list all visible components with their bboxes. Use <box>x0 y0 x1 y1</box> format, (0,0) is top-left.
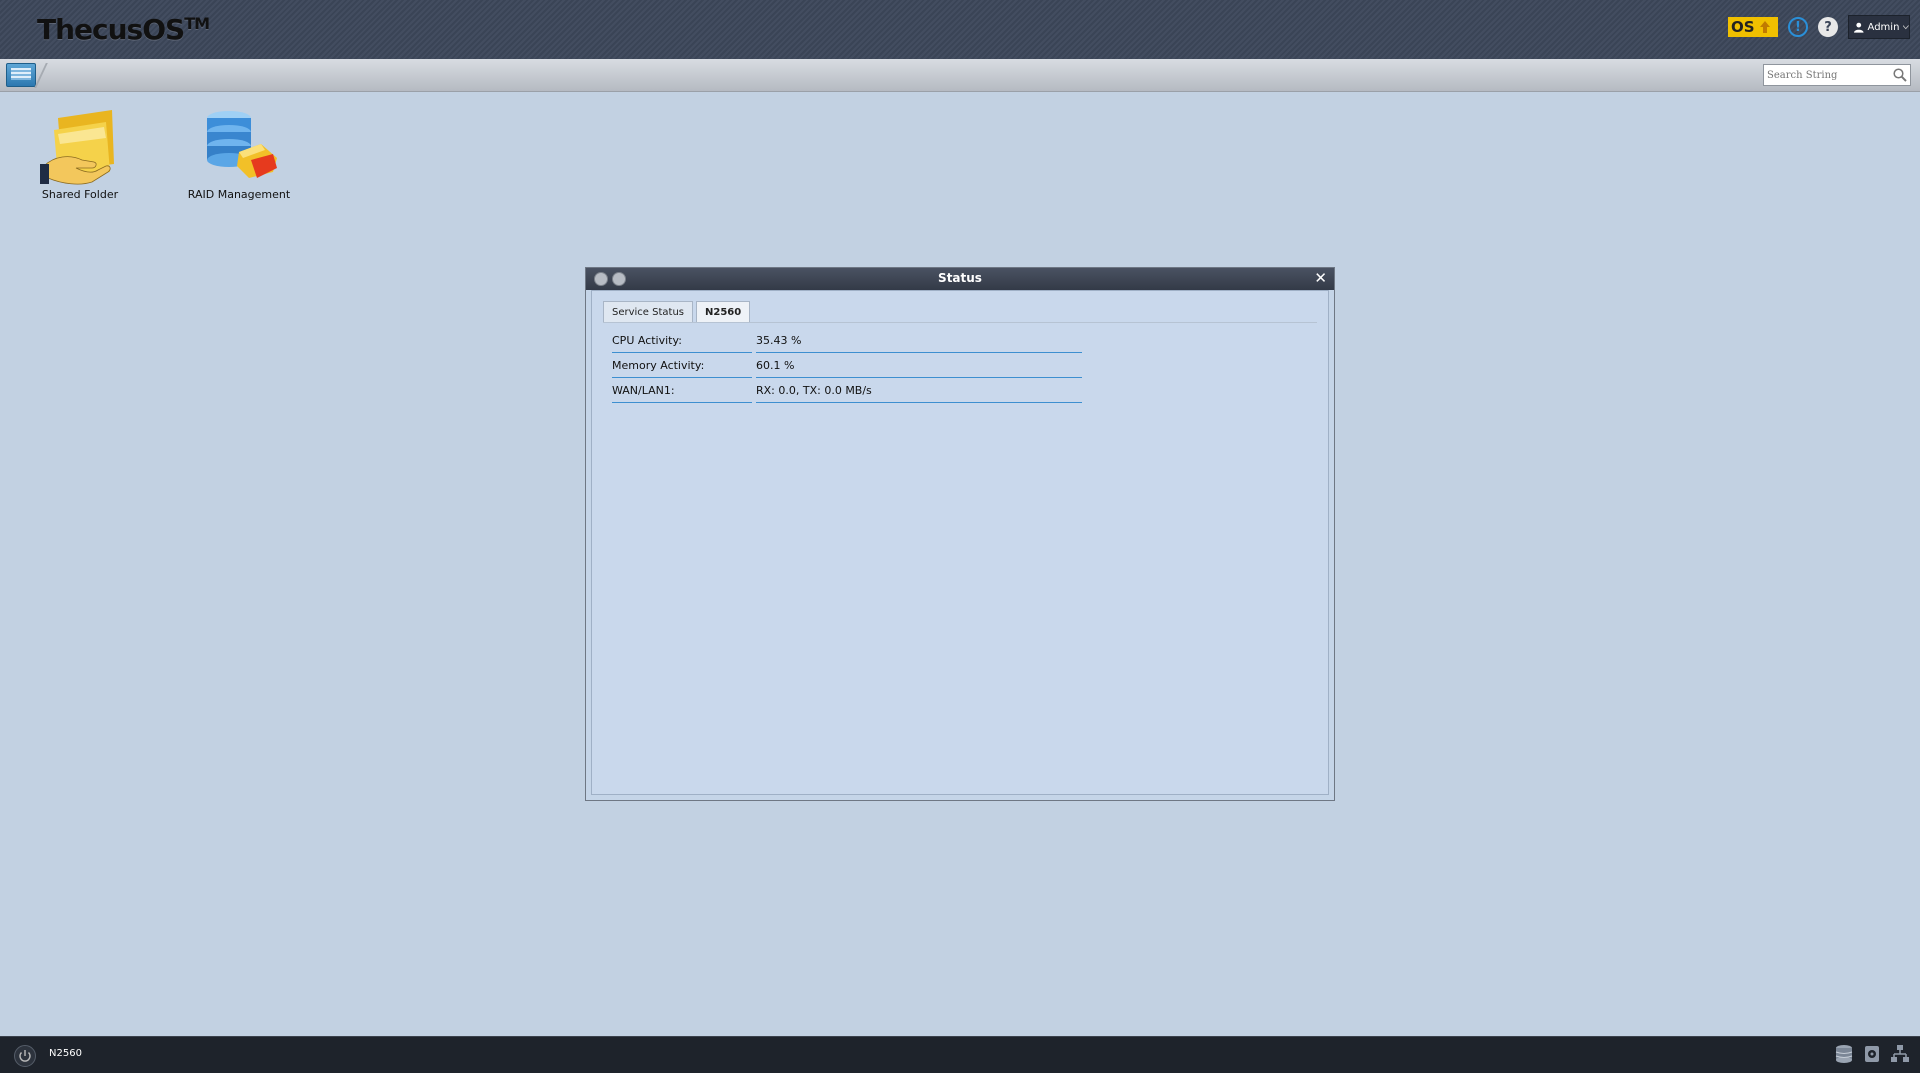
hostname-label: N2560 <box>49 1048 82 1059</box>
row-label: WAN/LAN1: <box>612 378 752 403</box>
search-input[interactable] <box>1764 65 1884 85</box>
top-header: ThecusOSTM OS ! ? Admin <box>0 0 1920 59</box>
raid-management-icon <box>199 108 279 186</box>
taskbar: N2560 <box>0 1036 1920 1073</box>
search-icon[interactable] <box>1893 68 1907 82</box>
app-logo: ThecusOSTM <box>37 13 210 46</box>
desktop-icon-raid-management[interactable]: RAID Management <box>164 108 314 201</box>
disk-icon[interactable] <box>1862 1044 1882 1064</box>
toolbar-divider <box>34 63 48 88</box>
admin-menu-button[interactable]: Admin <box>1848 15 1910 39</box>
show-desktop-icon[interactable] <box>6 63 36 87</box>
logo-text: ThecusOS <box>37 13 185 46</box>
tab-bar: Service Status N2560 <box>603 301 751 322</box>
status-table: CPU Activity: 35.43 % Memory Activity: 6… <box>612 328 1082 403</box>
os-update-badge[interactable]: OS <box>1728 17 1778 37</box>
row-value: 60.1 % <box>756 353 1082 378</box>
row-label: Memory Activity: <box>612 353 752 378</box>
desktop-toolbar <box>0 59 1920 92</box>
update-arrow-icon <box>1759 21 1770 33</box>
tab-n2560[interactable]: N2560 <box>696 301 751 322</box>
system-tray <box>1834 1044 1910 1064</box>
desktop-icon-label: Shared Folder <box>41 188 119 201</box>
window-titlebar[interactable]: Status ✕ <box>586 268 1334 290</box>
window-title: Status <box>938 271 982 285</box>
desktop-icon-shared-folder[interactable]: Shared Folder <box>5 108 155 201</box>
info-icon[interactable]: ! <box>1788 17 1808 37</box>
row-value: 35.43 % <box>756 328 1082 353</box>
shared-folder-icon <box>40 108 120 186</box>
window-body: Service Status N2560 CPU Activity: 35.43… <box>591 290 1329 795</box>
tab-service-status[interactable]: Service Status <box>603 301 694 322</box>
user-icon <box>1854 22 1864 33</box>
storage-icon[interactable] <box>1834 1044 1854 1064</box>
desktop-icon-label: RAID Management <box>187 188 291 201</box>
header-actions: OS ! ? Admin <box>1728 15 1910 39</box>
row-value: RX: 0.0, TX: 0.0 MB/s <box>756 378 1082 403</box>
power-icon <box>19 1050 31 1062</box>
os-badge-label: OS <box>1731 18 1755 36</box>
logo-trademark: TM <box>184 14 210 33</box>
power-button[interactable] <box>14 1045 36 1067</box>
network-icon[interactable] <box>1890 1044 1910 1064</box>
table-row: WAN/LAN1: RX: 0.0, TX: 0.0 MB/s <box>612 378 1082 403</box>
admin-label: Admin <box>1867 21 1900 33</box>
help-icon[interactable]: ? <box>1818 17 1838 37</box>
search-box[interactable] <box>1763 64 1911 86</box>
table-row: Memory Activity: 60.1 % <box>612 353 1082 378</box>
close-icon[interactable]: ✕ <box>1314 269 1327 287</box>
status-window: Status ✕ Service Status N2560 CPU Activi… <box>585 267 1335 801</box>
chevron-down-icon <box>1903 24 1909 29</box>
tab-divider <box>603 322 1317 323</box>
table-row: CPU Activity: 35.43 % <box>612 328 1082 353</box>
row-label: CPU Activity: <box>612 328 752 353</box>
